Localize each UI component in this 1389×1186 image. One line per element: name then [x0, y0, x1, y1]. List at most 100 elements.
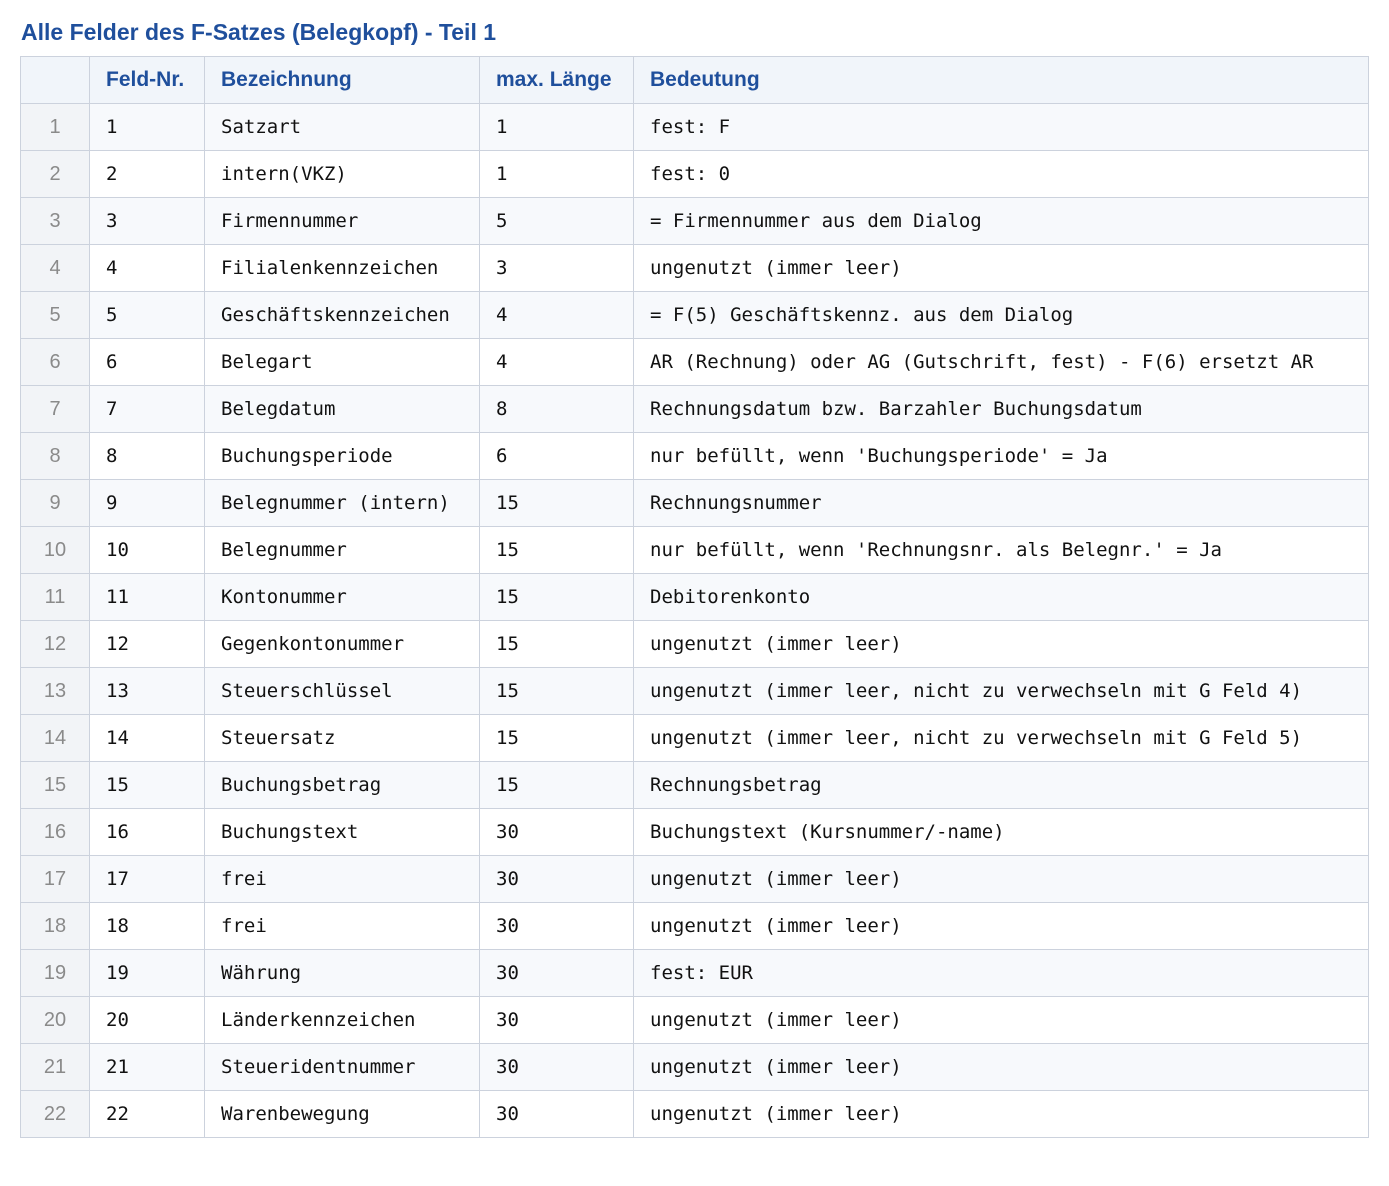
table-row[interactable]: 18 18 frei 30 ungenutzt (immer leer): [20, 902, 1369, 950]
table-row[interactable]: 6 6 Belegart 4 AR (Rechnung) oder AG (Gutsch…: [20, 338, 1369, 386]
table-row[interactable]: 13 13 Steuerschlüssel 15 ungenutzt (immer le…: [20, 667, 1369, 715]
table-row[interactable]: 10 10 Belegnummer 15 nur befüllt, wenn 'Rech…: [20, 526, 1369, 574]
page-title: Alle Felder des F-Satzes (Belegkopf) - T…: [21, 19, 497, 45]
feld-nr-cell: 4: [89, 244, 205, 292]
table-body: 1 1 Satzart 1 fest: F 2 2 intern(VKZ) 1 fest: 033…: [20, 103, 1369, 1138]
bezeichnung-cell: Buchungstext: [204, 808, 480, 856]
max-laenge-cell: 15: [479, 620, 634, 668]
bezeichnung-cell: Belegnummer (intern): [204, 479, 480, 527]
bezeichnung-cell: Länderkennzeichen: [204, 996, 480, 1044]
bedeutung-cell: ungenutzt (immer leer): [633, 855, 1369, 903]
table-row[interactable]: 3 3 Firmennummer 5 = Firmennummer aus dem Di…: [20, 197, 1369, 245]
table-row[interactable]: 17 17 frei 30 ungenutzt (immer leer): [20, 855, 1369, 903]
max-laenge-cell: 30: [479, 1090, 634, 1138]
feld-nr-cell: 19: [89, 949, 205, 997]
bedeutung-cell: Rechnungsdatum bzw. Barzahler Buchungsda…: [633, 385, 1369, 433]
feld-nr-cell: 1: [89, 103, 205, 151]
row-index-cell: 22: [20, 1090, 90, 1138]
row-index-cell: 6: [20, 338, 90, 386]
row-index-cell: 11: [20, 573, 90, 621]
bezeichnung-cell: Steueridentnummer: [204, 1043, 480, 1091]
table-row[interactable]: 4 4 Filialenkennzeichen 3 ungenutzt (immer l…: [20, 244, 1369, 292]
row-index-cell: 9: [20, 479, 90, 527]
column-header-index[interactable]: [20, 56, 90, 104]
table-row[interactable]: 19 19 Währung 30 fest: EUR: [20, 949, 1369, 997]
bezeichnung-cell: frei: [204, 855, 480, 903]
feld-nr-cell: 2: [89, 150, 205, 198]
bezeichnung-cell: Belegart: [204, 338, 480, 386]
max-laenge-cell: 1: [479, 150, 634, 198]
table-row[interactable]: 1 1 Satzart 1 fest: F: [20, 103, 1369, 151]
bedeutung-cell: AR (Rechnung) oder AG (Gutschrift, fest)…: [633, 338, 1369, 386]
max-laenge-cell: 30: [479, 808, 634, 856]
table-row[interactable]: 11 11 Kontonummer 15 Debitorenkonto: [20, 573, 1369, 621]
feld-nr-cell: 18: [89, 902, 205, 950]
table-row[interactable]: 12 12 Gegenkontonummer 15 ungenutzt (immer l…: [20, 620, 1369, 668]
feld-nr-cell: 21: [89, 1043, 205, 1091]
row-index-cell: 15: [20, 761, 90, 809]
bezeichnung-cell: Satzart: [204, 103, 480, 151]
row-index-cell: 17: [20, 855, 90, 903]
bezeichnung-cell: Warenbewegung: [204, 1090, 480, 1138]
column-header-feld-nr[interactable]: Feld-Nr.: [89, 56, 205, 104]
feld-nr-cell: 12: [89, 620, 205, 668]
row-index-cell: 3: [20, 197, 90, 245]
bezeichnung-cell: intern(VKZ): [204, 150, 480, 198]
feld-nr-cell: 8: [89, 432, 205, 480]
bedeutung-cell: ungenutzt (immer leer): [633, 244, 1369, 292]
bedeutung-cell: Rechnungsnummer: [633, 479, 1369, 527]
table-row[interactable]: 15 15 Buchungsbetrag 15 Rechnungsbetrag: [20, 761, 1369, 809]
column-header-bedeutung[interactable]: Bedeutung: [633, 56, 1369, 104]
feld-nr-cell: 14: [89, 714, 205, 762]
row-index-cell: 19: [20, 949, 90, 997]
bedeutung-cell: fest: F: [633, 103, 1369, 151]
bedeutung-cell: = F(5) Geschäftskennz. aus dem Dialog: [633, 291, 1369, 339]
table-row[interactable]: 8 8 Buchungsperiode 6 nur befüllt, wenn 'Buc…: [20, 432, 1369, 480]
feld-nr-cell: 20: [89, 996, 205, 1044]
max-laenge-cell: 15: [479, 573, 634, 621]
bedeutung-cell: Debitorenkonto: [633, 573, 1369, 621]
bezeichnung-cell: frei: [204, 902, 480, 950]
max-laenge-cell: 15: [479, 714, 634, 762]
column-header-max-laenge[interactable]: max. Länge: [479, 56, 634, 104]
table-row[interactable]: 22 22 Warenbewegung 30 ungenutzt (immer leer…: [20, 1090, 1369, 1138]
max-laenge-cell: 30: [479, 1043, 634, 1091]
bezeichnung-cell: Steuerschlüssel: [204, 667, 480, 715]
bedeutung-cell: = Firmennummer aus dem Dialog: [633, 197, 1369, 245]
max-laenge-cell: 15: [479, 761, 634, 809]
column-header-bezeichnung[interactable]: Bezeichnung: [204, 56, 480, 104]
row-index-cell: 20: [20, 996, 90, 1044]
bezeichnung-cell: Geschäftskennzeichen: [204, 291, 480, 339]
table-row[interactable]: 9 9 Belegnummer (intern) 15 Rechnungsnummer: [20, 479, 1369, 527]
bedeutung-cell: Rechnungsbetrag: [633, 761, 1369, 809]
max-laenge-cell: 15: [479, 479, 634, 527]
max-laenge-cell: 15: [479, 526, 634, 574]
table-row[interactable]: 21 21 Steueridentnummer 30 ungenutzt (immer …: [20, 1043, 1369, 1091]
table-row[interactable]: 5 5 Geschäftskennzeichen 4 = F(5) Geschäftsk…: [20, 291, 1369, 339]
table-header-row: Feld-Nr. Bezeichnung max. Länge Bedeutun…: [20, 56, 1369, 104]
bedeutung-cell: ungenutzt (immer leer, nicht zu verwechs…: [633, 714, 1369, 762]
feld-nr-cell: 13: [89, 667, 205, 715]
table-row[interactable]: 7 7 Belegdatum 8 Rechnungsdatum bzw. Barzahl…: [20, 385, 1369, 433]
feld-nr-cell: 16: [89, 808, 205, 856]
table-row[interactable]: 16 16 Buchungstext 30 Buchungstext (Kursnumm…: [20, 808, 1369, 856]
table-row[interactable]: 14 14 Steuersatz 15 ungenutzt (immer leer, n…: [20, 714, 1369, 762]
max-laenge-cell: 6: [479, 432, 634, 480]
bezeichnung-cell: Steuersatz: [204, 714, 480, 762]
bedeutung-cell: ungenutzt (immer leer): [633, 902, 1369, 950]
table-row[interactable]: 2 2 intern(VKZ) 1 fest: 0: [20, 150, 1369, 198]
max-laenge-cell: 5: [479, 197, 634, 245]
max-laenge-cell: 8: [479, 385, 634, 433]
fields-table: Feld-Nr. Bezeichnung max. Länge Bedeutun…: [20, 56, 1369, 1138]
row-index-cell: 1: [20, 103, 90, 151]
feld-nr-cell: 10: [89, 526, 205, 574]
feld-nr-cell: 15: [89, 761, 205, 809]
max-laenge-cell: 30: [479, 949, 634, 997]
row-index-cell: 13: [20, 667, 90, 715]
feld-nr-cell: 7: [89, 385, 205, 433]
table-row[interactable]: 20 20 Länderkennzeichen 30 ungenutzt (immer …: [20, 996, 1369, 1044]
bedeutung-cell: ungenutzt (immer leer): [633, 1043, 1369, 1091]
row-index-cell: 12: [20, 620, 90, 668]
max-laenge-cell: 1: [479, 103, 634, 151]
bezeichnung-cell: Kontonummer: [204, 573, 480, 621]
